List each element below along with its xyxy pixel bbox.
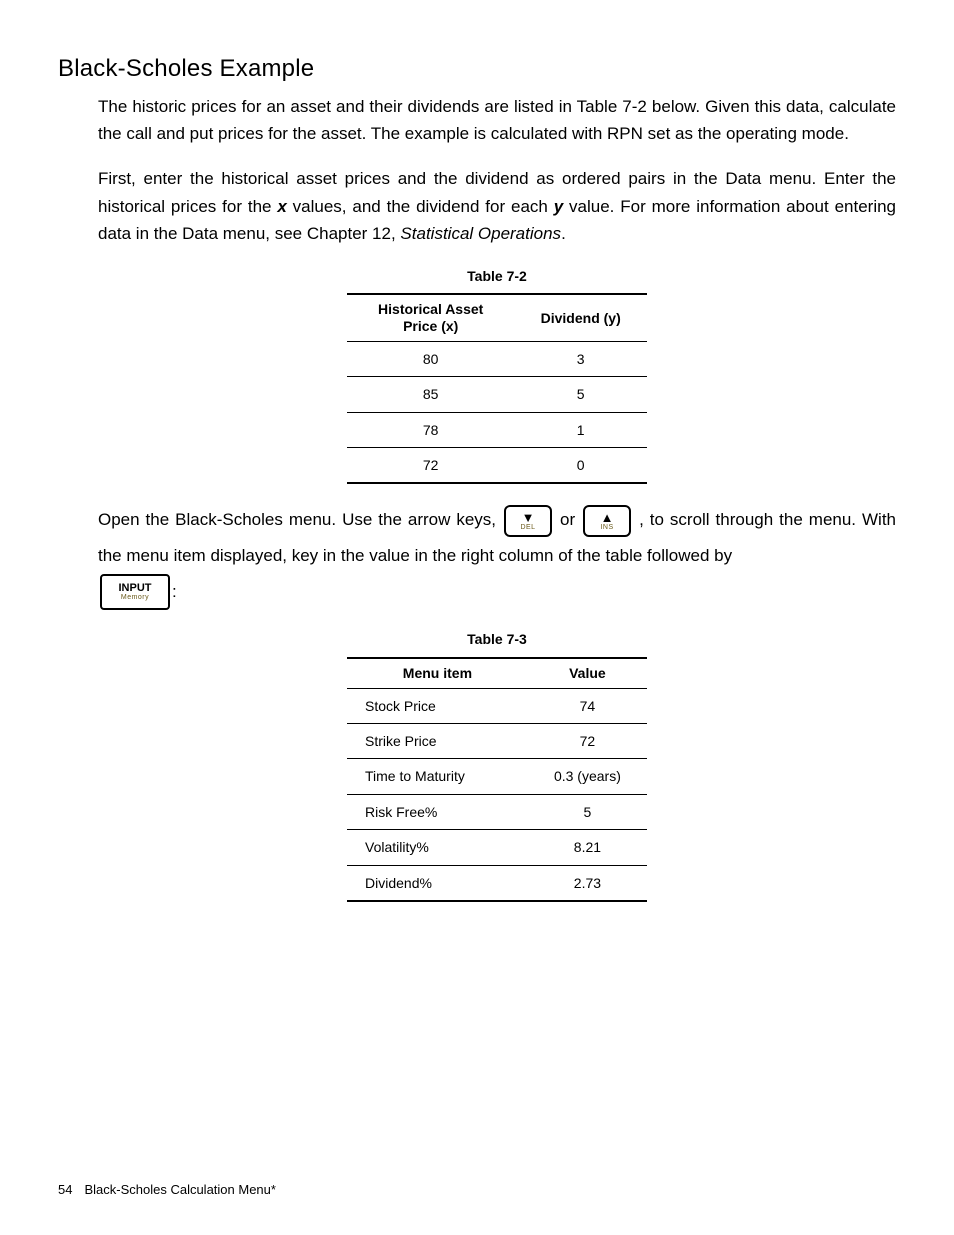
p2-b: values, and the dividend for each — [287, 197, 554, 216]
cell: 0 — [514, 448, 647, 484]
cell: Risk Free% — [347, 794, 528, 829]
up-arrow-key-icon: ▲ INS — [583, 505, 631, 537]
t73-h1: Menu item — [347, 658, 528, 688]
cell: 74 — [528, 688, 647, 723]
cell: 2.73 — [528, 865, 647, 901]
p3-b: or — [560, 510, 581, 529]
paragraph-2: First, enter the historical asset prices… — [98, 165, 896, 247]
table-row: 781 — [347, 412, 647, 447]
paragraph-1: The historic prices for an asset and the… — [98, 93, 896, 147]
input-key-icon: INPUT Memory — [100, 574, 170, 610]
table-7-2: Historical Asset Price (x) Dividend (y) … — [347, 293, 647, 484]
triangle-down-icon: ▼ — [522, 513, 535, 523]
p3-d: : — [172, 582, 177, 601]
page-number: 54 — [58, 1182, 72, 1197]
table-row: Time to Maturity0.3 (years) — [347, 759, 647, 794]
table-row: 855 — [347, 377, 647, 412]
cell: 0.3 (years) — [528, 759, 647, 794]
cell: 1 — [514, 412, 647, 447]
table-7-3-caption: Table 7-3 — [467, 628, 527, 650]
table-row: 803 — [347, 341, 647, 376]
cell: Dividend% — [347, 865, 528, 901]
table-7-2-caption: Table 7-2 — [467, 265, 527, 287]
body: The historic prices for an asset and the… — [98, 93, 896, 902]
t72-h1a: Historical Asset — [378, 301, 483, 317]
key-sub-ins: INS — [600, 524, 613, 531]
cell: 72 — [528, 723, 647, 758]
cell: 5 — [528, 794, 647, 829]
table-row: Strike Price72 — [347, 723, 647, 758]
cell: 85 — [347, 377, 514, 412]
p2-d: . — [561, 224, 566, 243]
footer-title: Black-Scholes Calculation Menu* — [84, 1182, 275, 1197]
cell: Volatility% — [347, 830, 528, 865]
triangle-up-icon: ▲ — [601, 513, 614, 523]
paragraph-3: Open the Black-Scholes menu. Use the arr… — [98, 502, 896, 610]
p3-a: Open the Black-Scholes menu. Use the arr… — [98, 510, 502, 529]
t72-h1b: Price (x) — [403, 318, 458, 334]
page: Black-Scholes Example The historic price… — [0, 0, 954, 1235]
table-row: 720 — [347, 448, 647, 484]
chapter-ref: Statistical Operations — [400, 224, 561, 243]
key-sub-del: DEL — [520, 524, 535, 531]
cell: Stock Price — [347, 688, 528, 723]
cell: 72 — [347, 448, 514, 484]
cell: 8.21 — [528, 830, 647, 865]
table-row: Stock Price74 — [347, 688, 647, 723]
page-footer: 54 Black-Scholes Calculation Menu* — [58, 1182, 276, 1197]
t73-h2: Value — [528, 658, 647, 688]
table-row: Risk Free%5 — [347, 794, 647, 829]
cell: Time to Maturity — [347, 759, 528, 794]
cell: 78 — [347, 412, 514, 447]
table-7-2-wrap: Table 7-2 Historical Asset Price (x) Div… — [98, 265, 896, 485]
t72-h1: Historical Asset Price (x) — [347, 294, 514, 341]
key-main-input: INPUT — [119, 583, 152, 594]
var-x: x — [277, 197, 286, 216]
cell: 5 — [514, 377, 647, 412]
cell: Strike Price — [347, 723, 528, 758]
var-y: y — [554, 197, 563, 216]
section-heading: Black-Scholes Example — [58, 55, 896, 83]
t72-h2: Dividend (y) — [514, 294, 647, 341]
table-row: Dividend%2.73 — [347, 865, 647, 901]
table-row: Volatility%8.21 — [347, 830, 647, 865]
cell: 3 — [514, 341, 647, 376]
down-arrow-key-icon: ▼ DEL — [504, 505, 552, 537]
cell: 80 — [347, 341, 514, 376]
table-7-3-wrap: Table 7-3 Menu item Value Stock Price74 … — [98, 628, 896, 902]
table-7-3: Menu item Value Stock Price74 Strike Pri… — [347, 657, 647, 902]
key-sub-memory: Memory — [121, 594, 149, 601]
